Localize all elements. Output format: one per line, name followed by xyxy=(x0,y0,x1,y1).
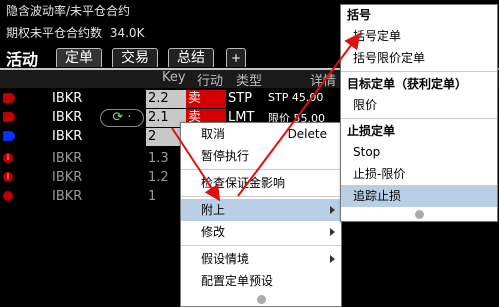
attach-menu-item[interactable]: 附上 xyxy=(181,199,341,221)
modify-label: 修改 xyxy=(201,225,226,239)
tab-orders[interactable]: 定单 xyxy=(56,48,102,67)
add-tab-button[interactable]: + xyxy=(226,48,247,67)
stop-item[interactable]: Stop xyxy=(341,141,497,163)
option-oi-label: 期权未平仓合约数 xyxy=(6,26,103,40)
check-margin-menu-item[interactable]: 检查保证金影响 xyxy=(181,172,341,194)
whatif-menu-item[interactable]: 假设情境 xyxy=(181,248,341,270)
cancel-shortcut: Delete xyxy=(287,127,327,141)
context-menu: 取消 Delete 暂停执行 检查保证金影响 附上 修改 假设情境 配置定单预设 xyxy=(180,122,342,307)
symbol: IBKR xyxy=(52,170,83,185)
type-cell: STP xyxy=(228,91,253,106)
key-cell: 2.2 xyxy=(146,90,186,108)
menu-separator xyxy=(341,71,497,72)
bracket-order-item[interactable]: 括号定单 xyxy=(341,25,497,47)
more-items-indicator[interactable] xyxy=(341,207,497,221)
limit-item[interactable]: 限价 xyxy=(341,94,497,116)
chevron-right-icon xyxy=(330,255,335,263)
cancel-label: 取消 xyxy=(201,127,226,141)
info-icon: i xyxy=(3,153,13,163)
chevron-right-icon xyxy=(330,206,335,214)
preset-menu-item[interactable]: 配置定单预设 xyxy=(181,270,341,292)
refresh-icon[interactable]: ⟳ · xyxy=(100,109,144,127)
stop-limit-item[interactable]: 止损-限价 xyxy=(341,163,497,185)
buy-order-icon xyxy=(3,131,15,141)
symbol: IBKR xyxy=(52,129,83,144)
type-detail: STP 45.00 xyxy=(268,91,324,104)
menu-separator xyxy=(341,118,497,119)
symbol: IBKR xyxy=(52,151,83,166)
col-type[interactable]: 类型 xyxy=(236,70,262,89)
cancel-menu-item[interactable]: 取消 Delete xyxy=(181,123,341,145)
bracket-section-header: 括号 xyxy=(347,8,372,22)
chevron-right-icon xyxy=(330,228,335,236)
more-items-indicator[interactable] xyxy=(181,292,341,306)
action-cell: 卖 xyxy=(186,90,226,108)
sell-order-icon xyxy=(3,93,15,103)
col-key[interactable]: Key xyxy=(162,70,186,85)
target-section-header: 目标定单（获利定单） xyxy=(347,77,468,91)
modify-menu-item[interactable]: 修改 xyxy=(181,221,341,243)
tab-trades[interactable]: 交易 xyxy=(112,48,158,67)
col-detail[interactable]: 详情 xyxy=(310,70,336,89)
trailing-stop-item[interactable]: 追踪止损 xyxy=(341,185,497,207)
stop-icon xyxy=(3,191,13,201)
sell-order-icon xyxy=(3,112,15,122)
symbol: IBKR xyxy=(52,110,83,125)
whatif-label: 假设情境 xyxy=(201,252,250,266)
menu-separator xyxy=(181,169,341,170)
info-icon: i xyxy=(3,172,13,182)
option-oi-value: 34.0K xyxy=(109,26,145,40)
menu-separator xyxy=(181,245,341,246)
pause-menu-item[interactable]: 暂停执行 xyxy=(181,145,341,167)
symbol: IBKR xyxy=(52,91,83,106)
attach-label: 附上 xyxy=(201,203,226,217)
tab-summary[interactable]: 总结 xyxy=(168,48,214,67)
symbol: IBKR xyxy=(52,189,83,204)
stop-section-header: 止损定单 xyxy=(347,124,396,138)
activity-title: 活动 xyxy=(6,50,39,69)
bracket-limit-order-item[interactable]: 括号限价定单 xyxy=(341,47,497,69)
col-action[interactable]: 行动 xyxy=(197,70,223,89)
menu-separator xyxy=(181,196,341,197)
attach-submenu: 括号 括号定单 括号限价定单 目标定单（获利定单） 限价 止损定单 Stop 止… xyxy=(340,4,498,222)
iv-oi-label: 隐含波动率/未平仓合约 xyxy=(6,4,131,18)
option-oi: 期权未平仓合约数 34.0K xyxy=(6,24,144,41)
